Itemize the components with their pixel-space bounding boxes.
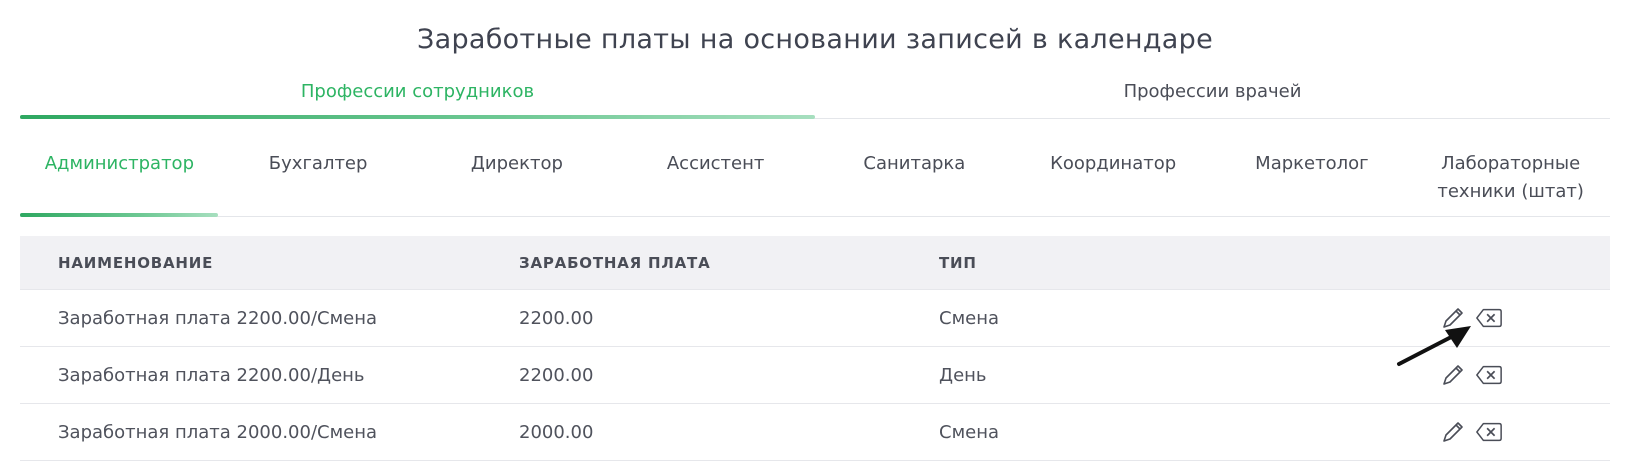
cell-pay: 2000.00 [519, 421, 594, 443]
tab-doctor-professions[interactable]: Профессии врачей [815, 78, 1610, 118]
profession-tab-director[interactable]: Директор [418, 140, 617, 216]
cell-pay: 2200.00 [519, 307, 594, 329]
tab-label: Профессии врачей [1123, 81, 1302, 102]
cell-pay: 2200.00 [519, 364, 594, 386]
profession-tab-label: Администратор [44, 153, 194, 174]
profession-tab-administrator[interactable]: Администратор [20, 140, 219, 217]
profession-tab-label: Санитарка [863, 153, 966, 174]
profession-tab-label: Координатор [1050, 153, 1177, 174]
table-header: НАИМЕНОВАНИЕ ЗАРАБОТНАЯ ПЛАТА ТИП [20, 236, 1610, 290]
cell-name: Заработная плата 2200.00/День [58, 364, 365, 386]
cell-type: Смена [939, 307, 1000, 329]
page: Заработные платы на основании записей в … [0, 0, 1630, 462]
table-row: Заработная плата 2200.00/День 2200.00 Де… [20, 347, 1610, 404]
column-header-pay: ЗАРАБОТНАЯ ПЛАТА [519, 253, 711, 272]
profession-tab-orderly[interactable]: Санитарка [815, 140, 1014, 216]
cell-type: Смена [939, 421, 1000, 443]
backspace-icon[interactable] [1475, 361, 1503, 389]
tab-label: Профессии сотрудников [300, 81, 535, 102]
salary-table: НАИМЕНОВАНИЕ ЗАРАБОТНАЯ ПЛАТА ТИП Зарабо… [20, 236, 1610, 461]
profession-tab-label: Бухгалтер [268, 153, 368, 174]
profession-tab-accountant[interactable]: Бухгалтер [219, 140, 418, 216]
profession-tab-assistant[interactable]: Ассистент [616, 140, 815, 216]
pencil-icon[interactable] [1439, 418, 1467, 446]
profession-tab-label: Лабораторные техники (штат) [1437, 153, 1584, 202]
profession-tab-label: Директор [470, 153, 563, 174]
cell-name: Заработная плата 2000.00/Смена [58, 421, 378, 443]
cell-name: Заработная плата 2200.00/Смена [58, 307, 378, 329]
table-row: Заработная плата 2200.00/Смена 2200.00 С… [20, 290, 1610, 347]
backspace-icon[interactable] [1475, 418, 1503, 446]
backspace-icon[interactable] [1475, 304, 1503, 332]
column-header-name: НАИМЕНОВАНИЕ [58, 253, 214, 272]
annotation-arrow-icon [1397, 326, 1471, 366]
table-row: Заработная плата 2000.00/Смена 2000.00 С… [20, 404, 1610, 461]
profession-tab-marketer[interactable]: Маркетолог [1213, 140, 1412, 216]
page-title: Заработные платы на основании записей в … [416, 24, 1213, 55]
profession-tab-coordinator[interactable]: Координатор [1014, 140, 1213, 216]
profession-tab-label: Ассистент [666, 153, 765, 174]
top-tabs: Профессии сотрудников Профессии врачей [20, 78, 1610, 119]
cell-type: День [939, 364, 987, 386]
profession-tab-label: Маркетолог [1255, 153, 1369, 174]
tab-employee-professions[interactable]: Профессии сотрудников [20, 78, 815, 119]
profession-tab-lab-technicians[interactable]: Лабораторные техники (штат) [1411, 140, 1610, 216]
profession-tabs: Администратор Бухгалтер Директор Ассисте… [20, 140, 1610, 217]
column-header-type: ТИП [939, 253, 977, 272]
row-actions [1439, 418, 1610, 446]
